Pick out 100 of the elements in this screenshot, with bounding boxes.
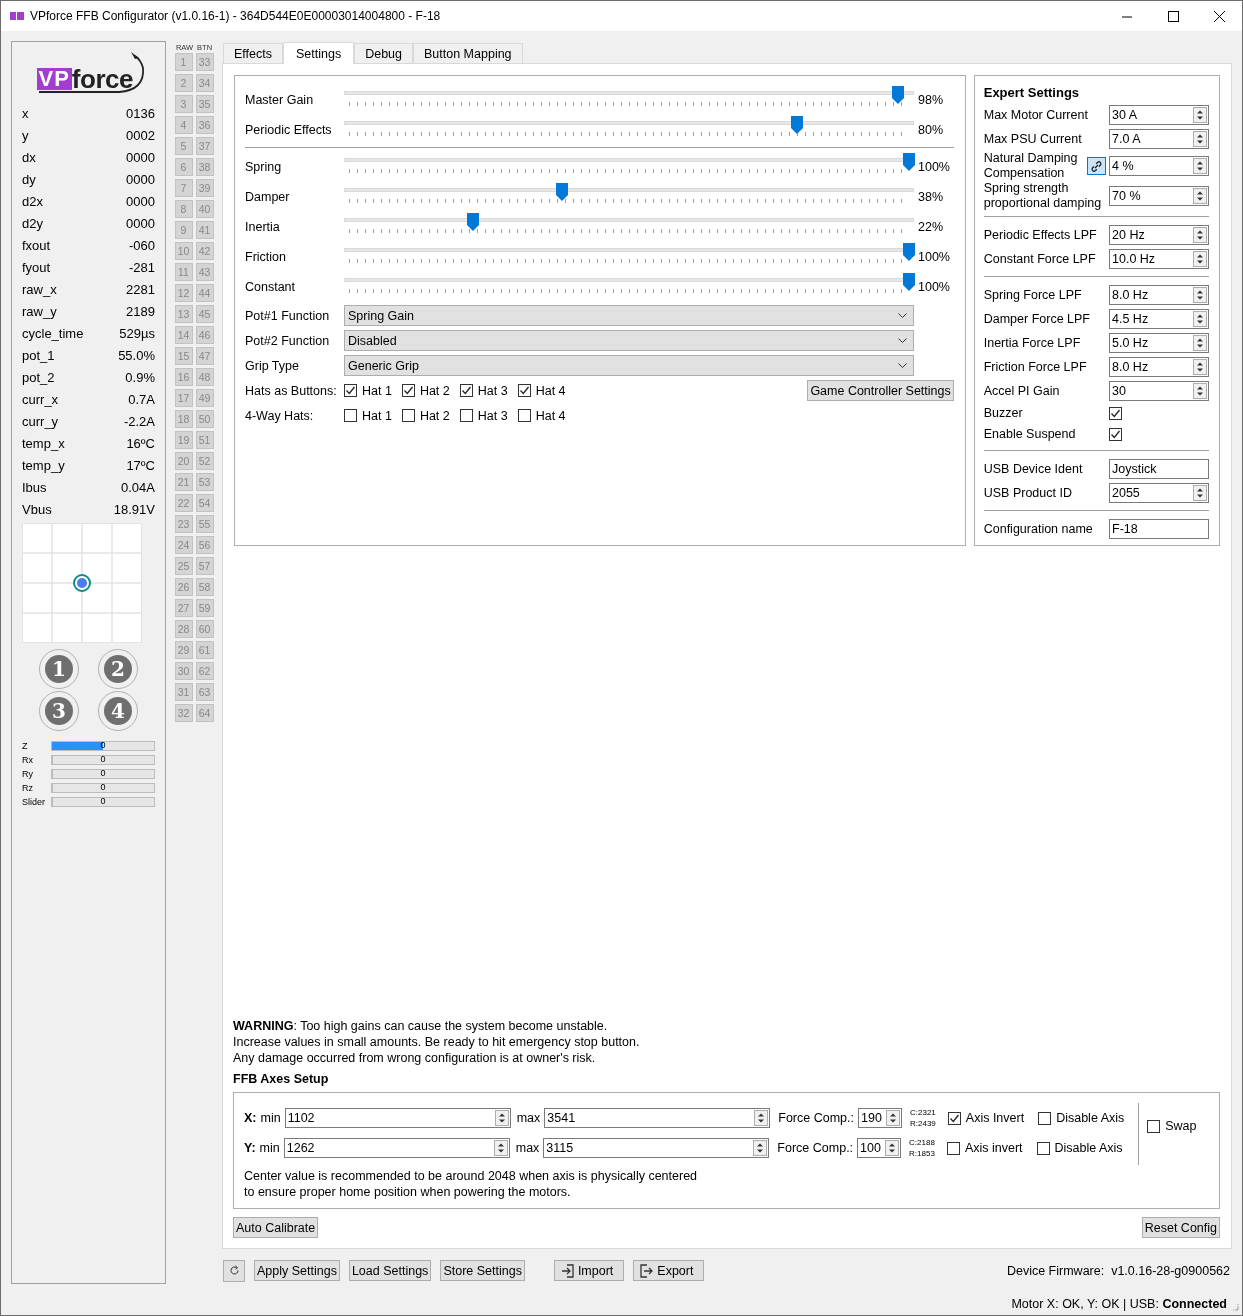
refresh-button[interactable] bbox=[223, 1259, 245, 1282]
footer-button[interactable]: Store Settings bbox=[440, 1260, 525, 1281]
spin-field[interactable]: 7.0 A bbox=[1109, 129, 1209, 149]
auto-calibrate-button[interactable]: Auto Calibrate bbox=[233, 1217, 319, 1238]
tab[interactable]: Effects bbox=[223, 43, 283, 63]
button-indicator: 53 bbox=[195, 473, 214, 491]
numbered-button[interactable]: 3 bbox=[39, 691, 79, 731]
spin-arrows-icon[interactable] bbox=[1193, 107, 1207, 123]
button-indicator: 60 bbox=[195, 620, 214, 638]
spin-field[interactable]: 4.5 Hz bbox=[1109, 309, 1209, 329]
checkbox[interactable] bbox=[1036, 1141, 1050, 1155]
numbered-button[interactable]: 2 bbox=[98, 649, 138, 689]
spin-field[interactable]: 100 bbox=[857, 1138, 902, 1158]
slider-value: 80% bbox=[917, 122, 945, 137]
footer-button[interactable]: Apply Settings bbox=[254, 1260, 340, 1281]
text-field[interactable]: F-18 bbox=[1109, 519, 1209, 539]
checkbox[interactable] bbox=[344, 384, 357, 397]
dropdown[interactable]: Generic Grip bbox=[344, 355, 914, 376]
spin-arrows-icon[interactable] bbox=[1193, 227, 1207, 243]
checkbox[interactable] bbox=[946, 1141, 960, 1155]
button-indicator: 24 bbox=[174, 536, 193, 554]
button-indicator: 1 bbox=[174, 53, 193, 71]
button-indicator: 36 bbox=[195, 116, 214, 134]
spin-arrows-icon[interactable] bbox=[886, 1110, 900, 1126]
spin-arrows-icon[interactable] bbox=[1193, 287, 1207, 303]
field-label: Force Comp.: bbox=[778, 1111, 854, 1125]
spin-arrows-icon[interactable] bbox=[494, 1110, 509, 1126]
checkbox[interactable] bbox=[1038, 1111, 1052, 1125]
checkbox[interactable] bbox=[401, 384, 415, 397]
spin-arrows-icon[interactable] bbox=[1193, 335, 1207, 351]
spin-field[interactable]: 20 Hz bbox=[1109, 225, 1209, 245]
slider-thumb[interactable] bbox=[903, 243, 915, 261]
spin-arrows-icon[interactable] bbox=[1193, 188, 1207, 204]
spin-arrows-icon[interactable] bbox=[1193, 158, 1207, 174]
numbered-button[interactable]: 1 bbox=[39, 649, 79, 689]
slider-thumb[interactable] bbox=[466, 213, 479, 231]
spin-field[interactable]: 8.0 Hz bbox=[1109, 357, 1209, 377]
tab[interactable]: Debug bbox=[354, 43, 413, 63]
dropdown[interactable]: Spring Gain bbox=[344, 305, 914, 326]
button-indicator: 10 bbox=[174, 242, 193, 260]
spin-arrows-icon[interactable] bbox=[1193, 251, 1207, 267]
checkbox[interactable] bbox=[1109, 407, 1122, 420]
import-button[interactable]: Import bbox=[553, 1260, 625, 1281]
numbered-button[interactable]: 4 bbox=[98, 691, 138, 731]
spin-arrows-icon[interactable] bbox=[1193, 131, 1207, 147]
spin-field[interactable]: 190 bbox=[858, 1108, 902, 1128]
readout-label: x bbox=[22, 105, 29, 121]
checkbox[interactable] bbox=[947, 1111, 961, 1125]
checkbox[interactable] bbox=[517, 384, 531, 397]
spin-arrows-icon[interactable] bbox=[1193, 383, 1207, 399]
spin-arrows-icon[interactable] bbox=[1193, 311, 1207, 327]
button-indicator: 31 bbox=[174, 683, 193, 701]
checkbox[interactable] bbox=[459, 384, 473, 397]
spin-field[interactable]: 1262 bbox=[283, 1138, 510, 1158]
checkbox[interactable] bbox=[344, 409, 357, 422]
checkbox[interactable] bbox=[459, 409, 473, 422]
slider-thumb[interactable] bbox=[791, 116, 804, 134]
readout-value: 2189 bbox=[126, 303, 155, 319]
tab[interactable]: Settings bbox=[283, 42, 355, 64]
checkbox[interactable] bbox=[1109, 428, 1122, 441]
spin-field[interactable]: 3115 bbox=[543, 1138, 770, 1158]
readout-label: Vbus bbox=[22, 501, 52, 517]
spin-field[interactable]: 10.0 Hz bbox=[1109, 249, 1209, 269]
slider-thumb[interactable] bbox=[903, 153, 915, 171]
spin-field[interactable]: 3541 bbox=[544, 1108, 771, 1128]
game-controller-settings-button[interactable]: Game Controller Settings bbox=[807, 380, 954, 401]
spin-field[interactable]: 30 A bbox=[1109, 105, 1209, 125]
slider-thumb[interactable] bbox=[903, 273, 915, 291]
spin-field[interactable]: 8.0 Hz bbox=[1109, 285, 1209, 305]
checkbox[interactable] bbox=[517, 409, 531, 422]
spin-field[interactable]: 70 % bbox=[1109, 186, 1209, 206]
spin-arrows-icon[interactable] bbox=[1193, 485, 1207, 501]
slider-thumb[interactable] bbox=[556, 183, 569, 201]
tab[interactable]: Button Mapping bbox=[413, 43, 523, 63]
button-indicator: 4 bbox=[174, 116, 193, 134]
setting-label: Configuration name bbox=[983, 521, 1094, 537]
spin-field[interactable]: 30 bbox=[1109, 381, 1209, 401]
footer-button[interactable]: Load Settings bbox=[348, 1260, 432, 1281]
link-button[interactable] bbox=[1087, 157, 1106, 175]
spin-field[interactable]: 5.0 Hz bbox=[1109, 333, 1209, 353]
spin-field[interactable]: 4 % bbox=[1109, 156, 1209, 176]
text-field[interactable]: Joystick bbox=[1109, 459, 1209, 479]
spin-field[interactable]: 2055 bbox=[1109, 483, 1209, 503]
spin-arrows-icon[interactable] bbox=[493, 1140, 508, 1156]
spin-arrows-icon[interactable] bbox=[885, 1140, 900, 1156]
export-button[interactable]: Export bbox=[633, 1260, 705, 1281]
axis-reading: 0 bbox=[99, 782, 107, 792]
readout-value: 0002 bbox=[126, 127, 155, 143]
button-indicator: 57 bbox=[195, 557, 214, 575]
checkbox[interactable] bbox=[401, 409, 415, 422]
spin-arrows-icon[interactable] bbox=[753, 1140, 768, 1156]
spin-arrows-icon[interactable] bbox=[1193, 359, 1207, 375]
spin-arrows-icon[interactable] bbox=[754, 1110, 769, 1126]
readout-label: fyout bbox=[22, 259, 51, 275]
checkbox[interactable] bbox=[1147, 1119, 1161, 1133]
dropdown[interactable]: Disabled bbox=[344, 330, 914, 351]
reset-config-button[interactable]: Reset Config bbox=[1141, 1217, 1220, 1238]
spin-field[interactable]: 1102 bbox=[284, 1108, 511, 1128]
slider-thumb[interactable] bbox=[891, 86, 904, 104]
button-indicator: 3 bbox=[174, 95, 193, 113]
